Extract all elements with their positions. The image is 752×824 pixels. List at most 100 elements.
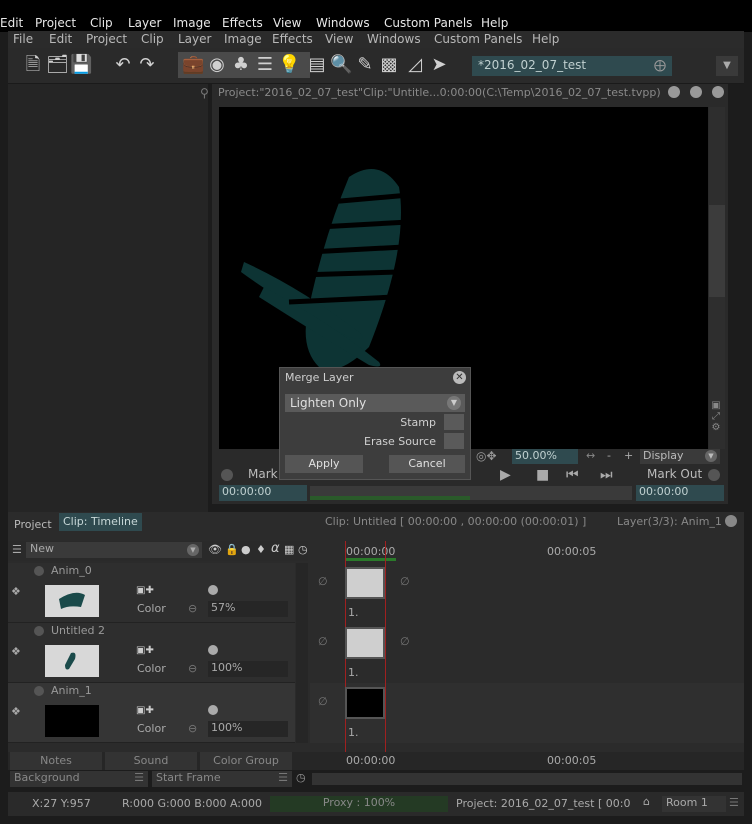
menu-windows[interactable]: Windows <box>316 16 370 30</box>
tag-icon[interactable]: ❖ <box>11 705 21 718</box>
select-icon[interactable]: ▦ <box>284 543 294 556</box>
redo-icon[interactable]: ↷ <box>136 53 158 77</box>
layer-name[interactable]: Anim_1 <box>51 684 92 697</box>
menu-clip-inner[interactable]: Clip <box>141 32 164 46</box>
collapse-toggle[interactable] <box>34 686 44 696</box>
mark-out-label[interactable]: Mark Out <box>647 467 702 481</box>
save-icon[interactable]: 💾 <box>70 53 92 77</box>
time-slider[interactable] <box>310 486 632 500</box>
tab-sound[interactable]: Sound <box>105 752 197 770</box>
new-layer-select[interactable]: New ▼ <box>26 542 202 558</box>
chevron-down-icon[interactable]: ▼ <box>716 56 738 76</box>
alpha-icon[interactable]: α <box>271 541 280 556</box>
menu-custom-panels-inner[interactable]: Custom Panels <box>434 32 522 46</box>
display-select[interactable]: Display ▼ <box>640 449 720 464</box>
layers-icon[interactable]: ☰ <box>254 53 276 77</box>
menu-view-inner[interactable]: View <box>325 32 353 46</box>
light-icon[interactable]: ● <box>241 543 251 556</box>
erase-source-checkbox[interactable] <box>444 433 464 449</box>
film-icon[interactable]: ▤ <box>306 53 328 77</box>
tag-icon[interactable]: ❖ <box>11 645 21 658</box>
zoom-slider-icon[interactable]: ↔ <box>586 449 595 462</box>
layer-options-icon[interactable]: ▣✚ <box>136 645 154 656</box>
lock-icon[interactable]: 🔒 <box>225 543 239 556</box>
layer-options-icon[interactable]: ▣✚ <box>136 705 154 716</box>
layer-name[interactable]: Anim_0 <box>51 564 92 577</box>
tab-notes[interactable]: Notes <box>10 752 102 770</box>
opacity-field[interactable]: 57% <box>208 601 288 617</box>
lightbulb-icon[interactable]: 💡 <box>278 53 300 77</box>
layer-scrollbar[interactable] <box>296 563 308 743</box>
close-icon[interactable]: ✕ <box>453 371 466 384</box>
menu-view[interactable]: View <box>273 16 301 30</box>
playhead-right[interactable] <box>385 541 386 769</box>
collapse-icon[interactable] <box>668 86 680 98</box>
library-icon[interactable]: ▩ <box>378 53 400 77</box>
stamp-checkbox[interactable] <box>444 414 464 430</box>
layer-options-icon[interactable]: ▣✚ <box>136 585 154 596</box>
stamp-icon[interactable]: ♣ <box>230 53 252 77</box>
clear-icon[interactable]: ⨁ <box>654 58 666 72</box>
frame-cell[interactable] <box>345 567 385 599</box>
mark-out-time[interactable]: 00:00:00 <box>636 485 724 501</box>
menu-edit[interactable]: Edit <box>0 16 23 30</box>
color-wheel-icon[interactable]: ◉ <box>206 53 228 77</box>
frame-cell[interactable] <box>345 687 385 719</box>
stamp-mode-icon[interactable]: ♦ <box>256 543 266 556</box>
menu-effects[interactable]: Effects <box>222 16 263 30</box>
menu-file[interactable]: File <box>13 32 33 46</box>
zoom-field[interactable]: 50.00% <box>512 449 578 464</box>
layer-row[interactable]: Anim_0 ❖ ▣✚ Color ⊖ 57% <box>8 563 295 623</box>
toolbox-icon[interactable]: 💼 <box>182 53 204 77</box>
background-select[interactable]: Background ☰ <box>10 771 148 787</box>
zoom-out-button[interactable]: - <box>607 449 611 462</box>
tag-icon[interactable]: ❖ <box>11 585 21 598</box>
paper-plane-icon[interactable]: ➤ <box>428 53 450 77</box>
menu-image[interactable]: Image <box>173 16 211 30</box>
diagonal-icon[interactable]: ⤢ <box>709 411 723 422</box>
timeline-hscroll[interactable] <box>312 773 742 785</box>
close-icon[interactable] <box>712 86 724 98</box>
minimize-icon[interactable] <box>690 86 702 98</box>
search-icon[interactable]: 🔍 <box>330 53 352 77</box>
merge-mode-select[interactable]: Lighten Only ▼ <box>285 394 465 412</box>
menu-layer-inner[interactable]: Layer <box>178 32 211 46</box>
mark-in-toggle[interactable] <box>221 469 233 481</box>
tab-clip-timeline[interactable]: Clip: Timeline <box>59 513 142 531</box>
new-file-icon[interactable]: 🗎 <box>22 53 44 77</box>
first-frame-icon[interactable]: ⏮ <box>566 467 579 483</box>
menu-clip[interactable]: Clip <box>90 16 113 30</box>
zoom-in-button[interactable]: + <box>624 449 633 462</box>
menu-help[interactable]: Help <box>481 16 508 30</box>
collapse-toggle[interactable] <box>34 626 44 636</box>
brush-icon[interactable]: ✎ <box>354 53 376 77</box>
stop-icon[interactable]: ■ <box>536 467 549 483</box>
room-select[interactable]: Room 1 <box>662 796 726 812</box>
visibility-dot[interactable] <box>208 645 218 655</box>
visibility-dot[interactable] <box>208 705 218 715</box>
menu-windows-inner[interactable]: Windows <box>367 32 421 46</box>
open-folder-icon[interactable]: 🗂 <box>46 53 69 77</box>
menu-image-inner[interactable]: Image <box>224 32 262 46</box>
layer-thumbnail[interactable] <box>45 645 99 677</box>
start-frame-select[interactable]: Start Frame ☰ <box>152 771 292 787</box>
tab-color-group[interactable]: Color Group <box>200 752 292 770</box>
menu-layer[interactable]: Layer <box>128 16 161 30</box>
tab-project[interactable]: Project <box>10 516 56 534</box>
pin-icon[interactable]: ⚲ <box>200 86 209 100</box>
undo-icon[interactable]: ↶ <box>112 53 134 77</box>
panel-close-icon[interactable] <box>725 515 737 527</box>
timer-icon[interactable]: ◷ <box>298 543 308 556</box>
layers-stack-icon[interactable]: ☰ <box>12 543 22 556</box>
cancel-button[interactable]: Cancel <box>389 455 465 473</box>
menu-effects-inner[interactable]: Effects <box>272 32 313 46</box>
room-list-icon[interactable]: ☰ <box>729 796 739 809</box>
menu-edit-inner[interactable]: Edit <box>49 32 72 46</box>
frame-cell[interactable] <box>345 627 385 659</box>
menu-custom-panels[interactable]: Custom Panels <box>384 16 472 30</box>
viewer-scroll-thumb[interactable] <box>709 205 725 297</box>
home-icon[interactable]: ⌂ <box>643 795 650 808</box>
timer-icon[interactable]: ◷ <box>296 771 306 784</box>
settings-icon[interactable]: ⚙ <box>709 422 723 433</box>
layer-row[interactable]: Anim_1 ❖ ▣✚ Color ⊖ 100% <box>8 683 295 743</box>
